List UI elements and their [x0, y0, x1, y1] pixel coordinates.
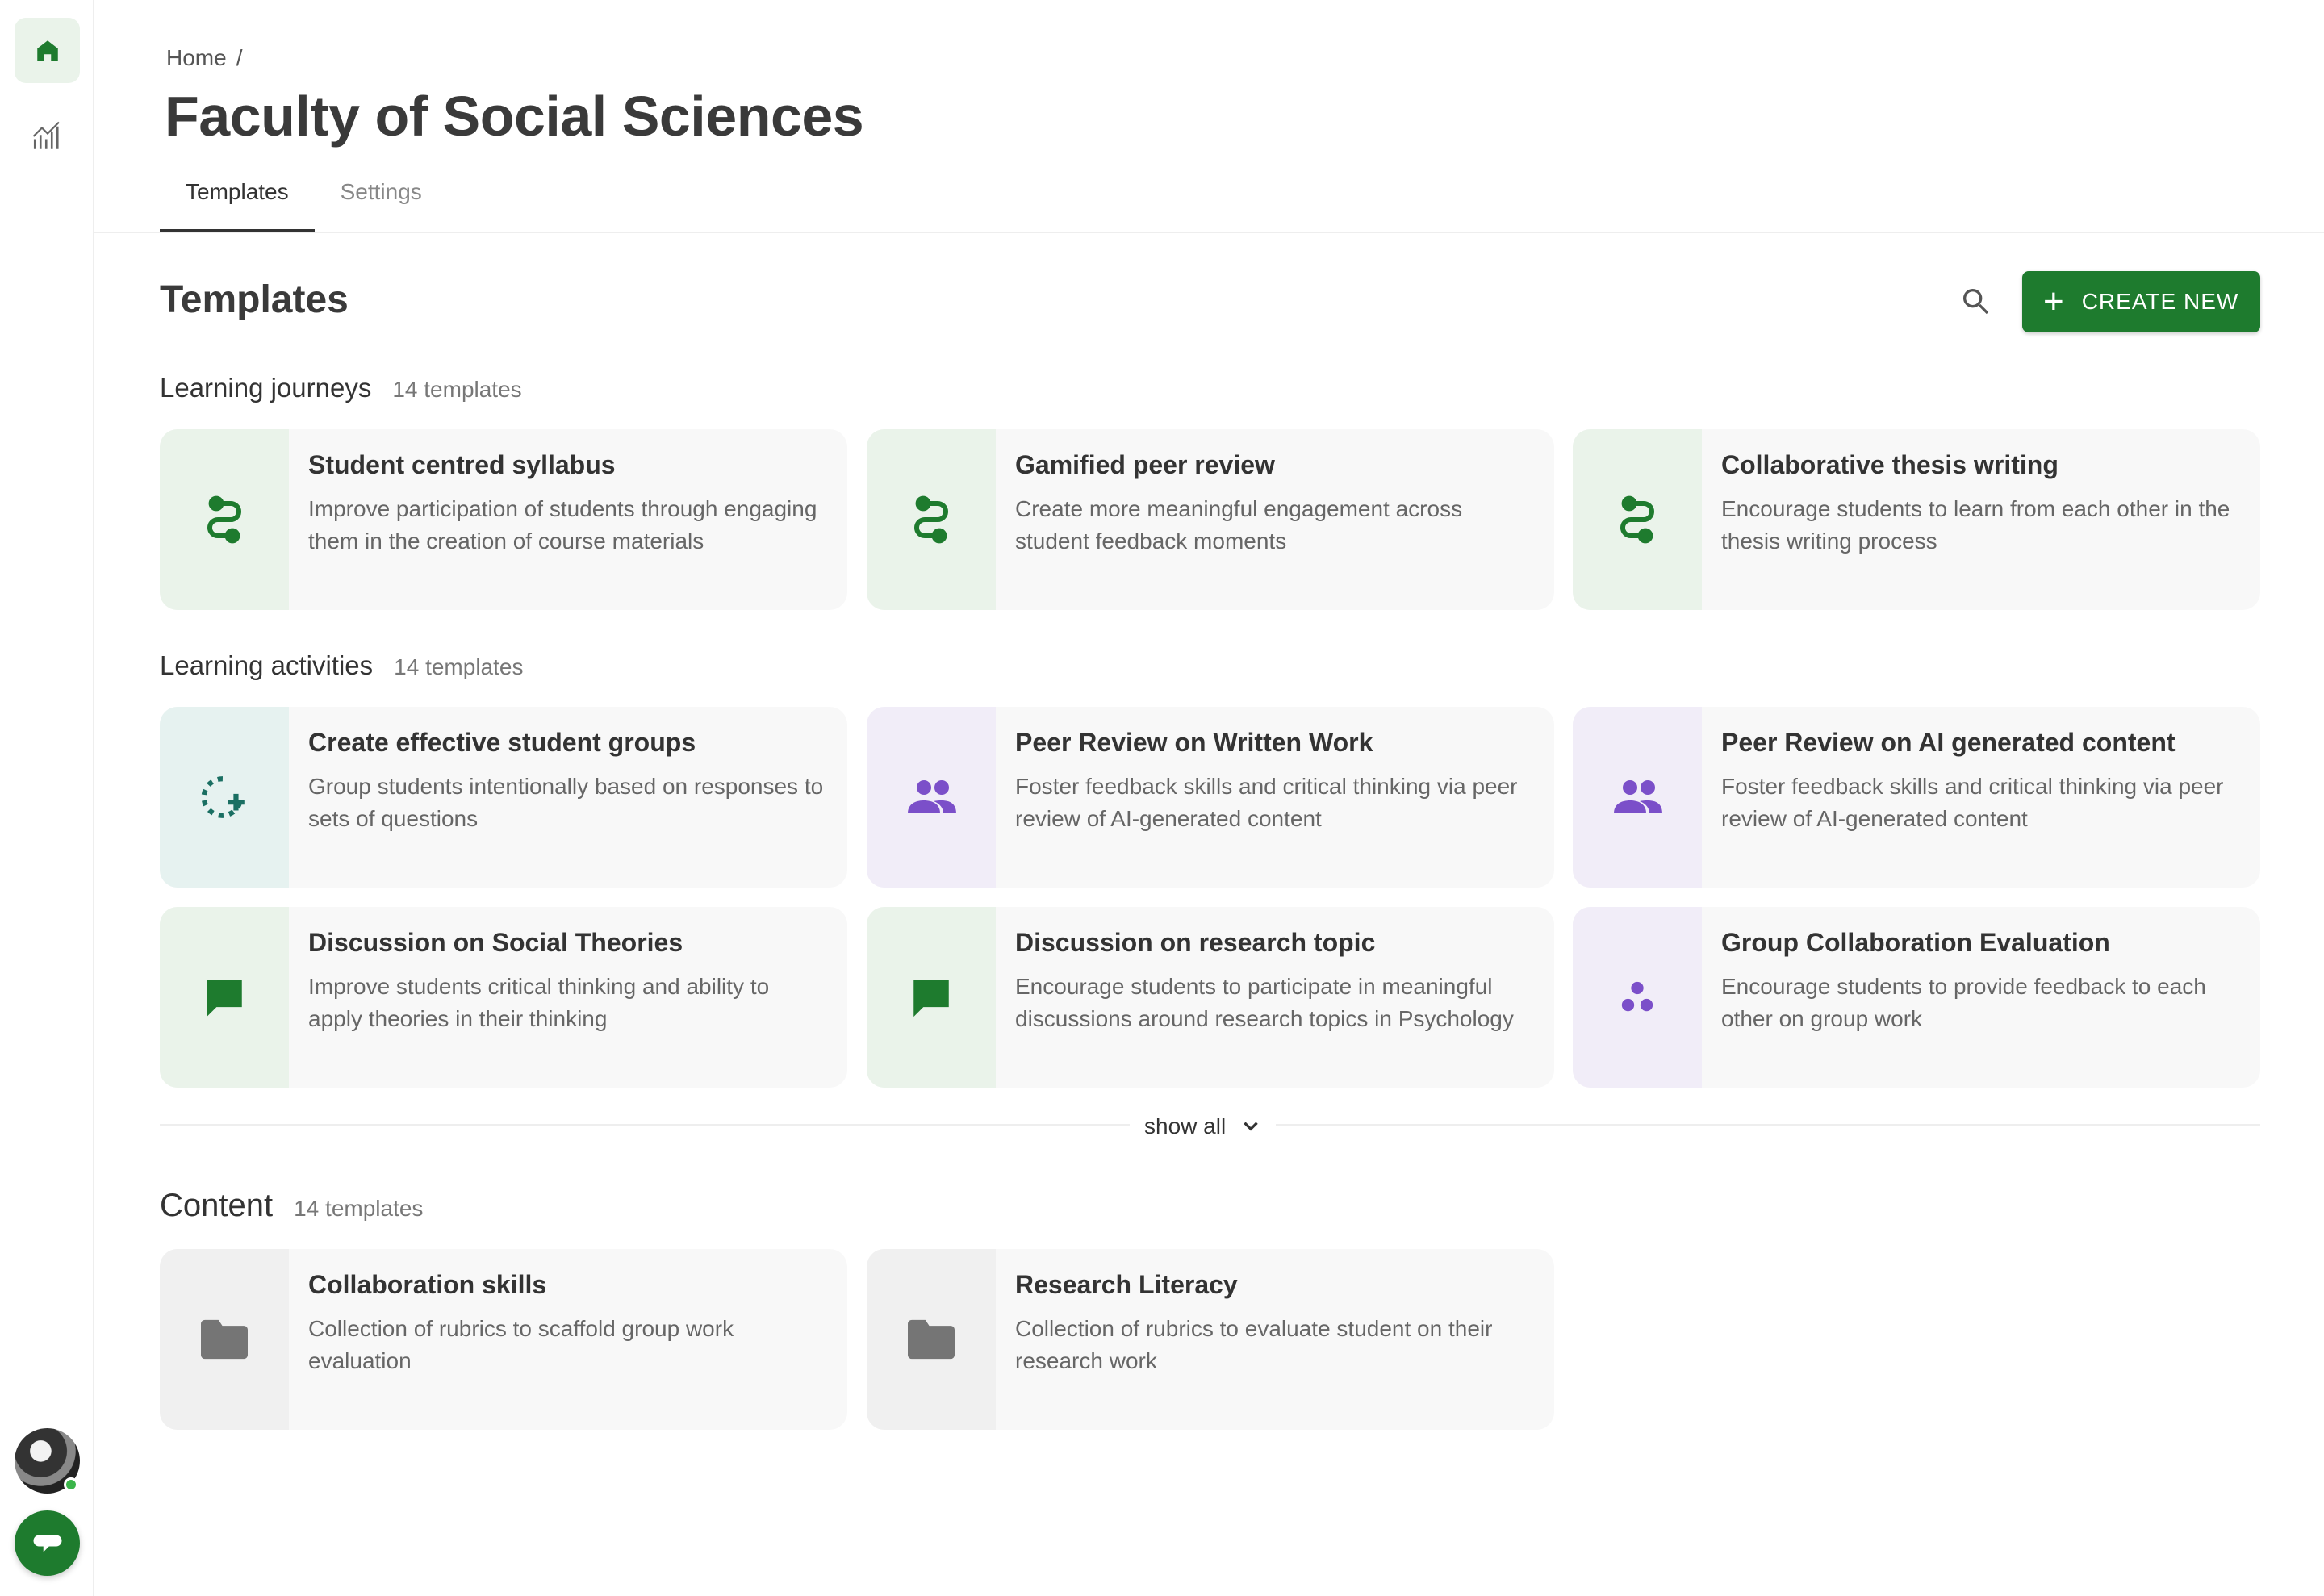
folder-icon	[201, 1319, 248, 1360]
template-card[interactable]: Group Collaboration Evaluation Encourage…	[1573, 907, 2260, 1088]
home-icon	[36, 40, 58, 61]
card-title: Group Collaboration Evaluation	[1721, 928, 2110, 957]
tab-settings[interactable]: Settings	[315, 169, 448, 232]
route-icon	[207, 495, 241, 544]
card-thumbnail	[867, 907, 996, 1088]
card-description: Encourage students to provide feedback t…	[1721, 974, 2206, 1031]
card-description: Collection of rubrics to scaffold group …	[308, 1316, 734, 1373]
template-card[interactable]: Collaboration skills Collection of rubri…	[160, 1249, 847, 1430]
template-card[interactable]: Collaborative thesis writing Encourage s…	[1573, 429, 2260, 610]
create-new-button[interactable]: + CREATE NEW	[2022, 271, 2260, 332]
group-header-content: Content 14 templates	[160, 1188, 423, 1224]
left-rail	[0, 0, 94, 1596]
plus-icon: +	[2043, 282, 2064, 321]
tabs-divider	[94, 232, 2324, 233]
show-all-button[interactable]: show all	[1130, 1107, 1277, 1146]
templates-section-title: Templates	[160, 278, 349, 321]
template-card[interactable]: Research Literacy Collection of rubrics …	[867, 1249, 1554, 1430]
chat-icon	[33, 1535, 61, 1552]
card-thumbnail	[867, 707, 996, 888]
card-title: Gamified peer review	[1015, 450, 1275, 479]
card-title: Collaboration skills	[308, 1270, 547, 1299]
card-description: Improve participation of students throug…	[308, 496, 817, 554]
card-description: Improve students critical thinking and a…	[308, 974, 770, 1031]
card-description: Foster feedback skills and critical thin…	[1721, 774, 2224, 831]
card-title: Research Literacy	[1015, 1270, 1238, 1299]
tab-templates[interactable]: Templates	[160, 169, 315, 232]
template-card[interactable]: Peer Review on AI generated content Fost…	[1573, 707, 2260, 888]
group-name: Learning activities	[160, 650, 374, 680]
folder-icon	[908, 1319, 955, 1360]
card-thumbnail	[1573, 907, 1702, 1088]
analytics-nav-button[interactable]	[24, 113, 70, 159]
people-icon	[1614, 780, 1662, 813]
card-title: Peer Review on Written Work	[1015, 728, 1373, 757]
chat-bubble-icon	[913, 980, 949, 1017]
create-new-label: CREATE NEW	[2081, 289, 2239, 314]
card-description: Encourage students to learn from each ot…	[1721, 496, 2230, 554]
template-card[interactable]: Discussion on Social Theories Improve st…	[160, 907, 847, 1088]
route-icon	[1620, 495, 1654, 544]
chevron-down-icon	[1244, 1122, 1258, 1131]
people-icon	[908, 780, 956, 813]
card-thumbnail	[1573, 429, 1702, 610]
show-all-label: show all	[1144, 1113, 1227, 1139]
page-title: Faculty of Social Sciences	[165, 85, 864, 148]
card-title: Collaborative thesis writing	[1721, 450, 2059, 479]
group-header-learning-journeys: Learning journeys 14 templates	[160, 373, 522, 403]
card-title: Peer Review on AI generated content	[1721, 728, 2176, 757]
group-header-learning-activities: Learning activities 14 templates	[160, 650, 523, 681]
group-count: 14 templates	[294, 1196, 424, 1221]
chat-bubble-icon	[207, 980, 242, 1017]
chat-button[interactable]	[15, 1510, 80, 1576]
card-thumbnail	[160, 907, 289, 1088]
analytics-icon	[32, 121, 60, 149]
card-title: Student centred syllabus	[308, 450, 616, 479]
search-icon	[1963, 289, 1989, 315]
card-title: Create effective student groups	[308, 728, 696, 757]
group-name: Learning journeys	[160, 373, 372, 403]
template-card[interactable]: Peer Review on Written Work Foster feedb…	[867, 707, 1554, 888]
card-title: Discussion on Social Theories	[308, 928, 683, 957]
template-card[interactable]: Gamified peer review Create more meaning…	[867, 429, 1554, 610]
search-button[interactable]	[1953, 278, 1998, 324]
user-avatar[interactable]	[15, 1428, 80, 1494]
card-description: Create more meaningful engagement across…	[1015, 496, 1463, 554]
card-thumbnail	[867, 429, 996, 610]
card-description: Group students intentionally based on re…	[308, 774, 824, 831]
tab-bar: Templates Settings	[160, 169, 448, 232]
card-description: Encourage students to participate in mea…	[1015, 974, 1514, 1031]
route-icon	[914, 495, 948, 544]
group-count: 14 templates	[394, 654, 524, 679]
group-add-icon	[201, 776, 245, 818]
online-status-dot	[64, 1477, 78, 1492]
card-title: Discussion on research topic	[1015, 928, 1376, 957]
card-thumbnail	[160, 707, 289, 888]
card-thumbnail	[867, 1249, 996, 1430]
breadcrumb-separator: /	[236, 45, 243, 70]
card-thumbnail	[1573, 707, 1702, 888]
card-description: Foster feedback skills and critical thin…	[1015, 774, 1518, 831]
workspaces-icon	[1621, 981, 1653, 1012]
card-thumbnail	[160, 1249, 289, 1430]
template-card[interactable]: Discussion on research topic Encourage s…	[867, 907, 1554, 1088]
breadcrumb-home-link[interactable]: Home	[166, 45, 227, 70]
group-count: 14 templates	[392, 377, 522, 402]
template-card[interactable]: Create effective student groups Group st…	[160, 707, 847, 888]
group-name: Content	[160, 1188, 274, 1223]
breadcrumb: Home /	[166, 45, 242, 71]
home-nav-button[interactable]	[15, 18, 80, 83]
template-card[interactable]: Student centred syllabus Improve partici…	[160, 429, 847, 610]
card-description: Collection of rubrics to evaluate studen…	[1015, 1316, 1493, 1373]
card-thumbnail	[160, 429, 289, 610]
